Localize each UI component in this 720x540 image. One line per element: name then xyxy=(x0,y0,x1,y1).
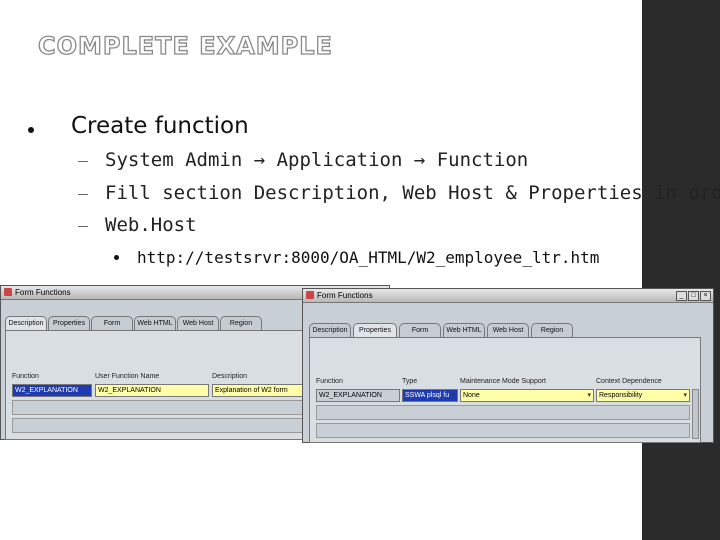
window-titlebar: Form Functions _ □ × xyxy=(303,289,713,303)
tab-region[interactable]: Region xyxy=(531,323,573,337)
column-header-maintenance-mode-support: Maintenance Mode Support xyxy=(460,378,546,385)
tab-web-html[interactable]: Web HTML xyxy=(134,316,176,330)
function-field[interactable]: W2_EXPLANATION xyxy=(12,384,92,397)
maintenance-mode-support-select[interactable]: None xyxy=(460,389,594,402)
tab-description[interactable]: Description xyxy=(309,323,351,337)
user-function-name-field[interactable]: W2_EXPLANATION xyxy=(95,384,209,397)
empty-row[interactable] xyxy=(12,418,304,433)
properties-panel: Function Type Maintenance Mode Support C… xyxy=(309,337,701,443)
tab-description[interactable]: Description xyxy=(5,316,47,330)
column-header-function: Function xyxy=(12,373,39,380)
app-icon xyxy=(306,291,314,299)
bullet-dot-icon xyxy=(28,127,34,133)
tab-region[interactable]: Region xyxy=(220,316,262,330)
function-field[interactable]: W2_EXPLANATION xyxy=(316,389,400,402)
window-title: Form Functions xyxy=(15,288,71,297)
sub-bullet-text: Fill section Description, Web Host & Pro… xyxy=(105,182,720,204)
tab-web-html[interactable]: Web HTML xyxy=(443,323,485,337)
tab-form[interactable]: Form xyxy=(399,323,441,337)
tab-web-host[interactable]: Web Host xyxy=(487,323,529,337)
dash-icon xyxy=(78,161,88,162)
column-header-context-dependence: Context Dependence xyxy=(596,378,662,385)
tab-form[interactable]: Form xyxy=(91,316,133,330)
tab-web-host[interactable]: Web Host xyxy=(177,316,219,330)
type-select[interactable]: SSWA plsql fu xyxy=(402,389,458,402)
empty-row[interactable] xyxy=(316,423,690,438)
right-form-functions-window: Form Functions _ □ × Description Propert… xyxy=(302,288,714,443)
column-header-description: Description xyxy=(212,373,248,380)
tab-properties[interactable]: Properties xyxy=(48,316,90,330)
bullet-text: Create function xyxy=(71,113,249,139)
minimize-icon[interactable]: _ xyxy=(676,291,687,301)
bullet-dot-icon xyxy=(114,255,119,260)
column-header-function: Function xyxy=(316,378,343,385)
dash-icon xyxy=(78,226,88,227)
window-title: Form Functions xyxy=(317,291,373,300)
sub-bullet-text: Web.Host xyxy=(105,214,197,236)
slide-title: COMPLETE EXAMPLE xyxy=(37,31,333,60)
description-field[interactable]: Explanation of W2 form xyxy=(212,384,304,397)
tab-properties[interactable]: Properties xyxy=(353,323,397,337)
column-header-type: Type xyxy=(402,378,418,385)
app-icon xyxy=(4,288,12,296)
maximize-icon[interactable]: □ xyxy=(688,291,699,301)
sub-bullet-text: System Admin → Application → Function xyxy=(105,149,529,171)
context-dependence-select[interactable]: Responsibility xyxy=(596,389,690,402)
dash-icon xyxy=(78,194,88,195)
close-icon[interactable]: × xyxy=(700,291,711,301)
url-text[interactable]: http://testsrvr:8000/OA_HTML/W2_employee… xyxy=(137,248,599,267)
vertical-scrollbar[interactable] xyxy=(692,389,699,439)
empty-row[interactable] xyxy=(12,400,304,415)
empty-row[interactable] xyxy=(316,405,690,420)
description-panel: Function User Function Name Description … xyxy=(5,330,307,440)
decorative-sidebar xyxy=(642,0,720,540)
column-header-user-function-name: User Function Name xyxy=(95,373,160,380)
